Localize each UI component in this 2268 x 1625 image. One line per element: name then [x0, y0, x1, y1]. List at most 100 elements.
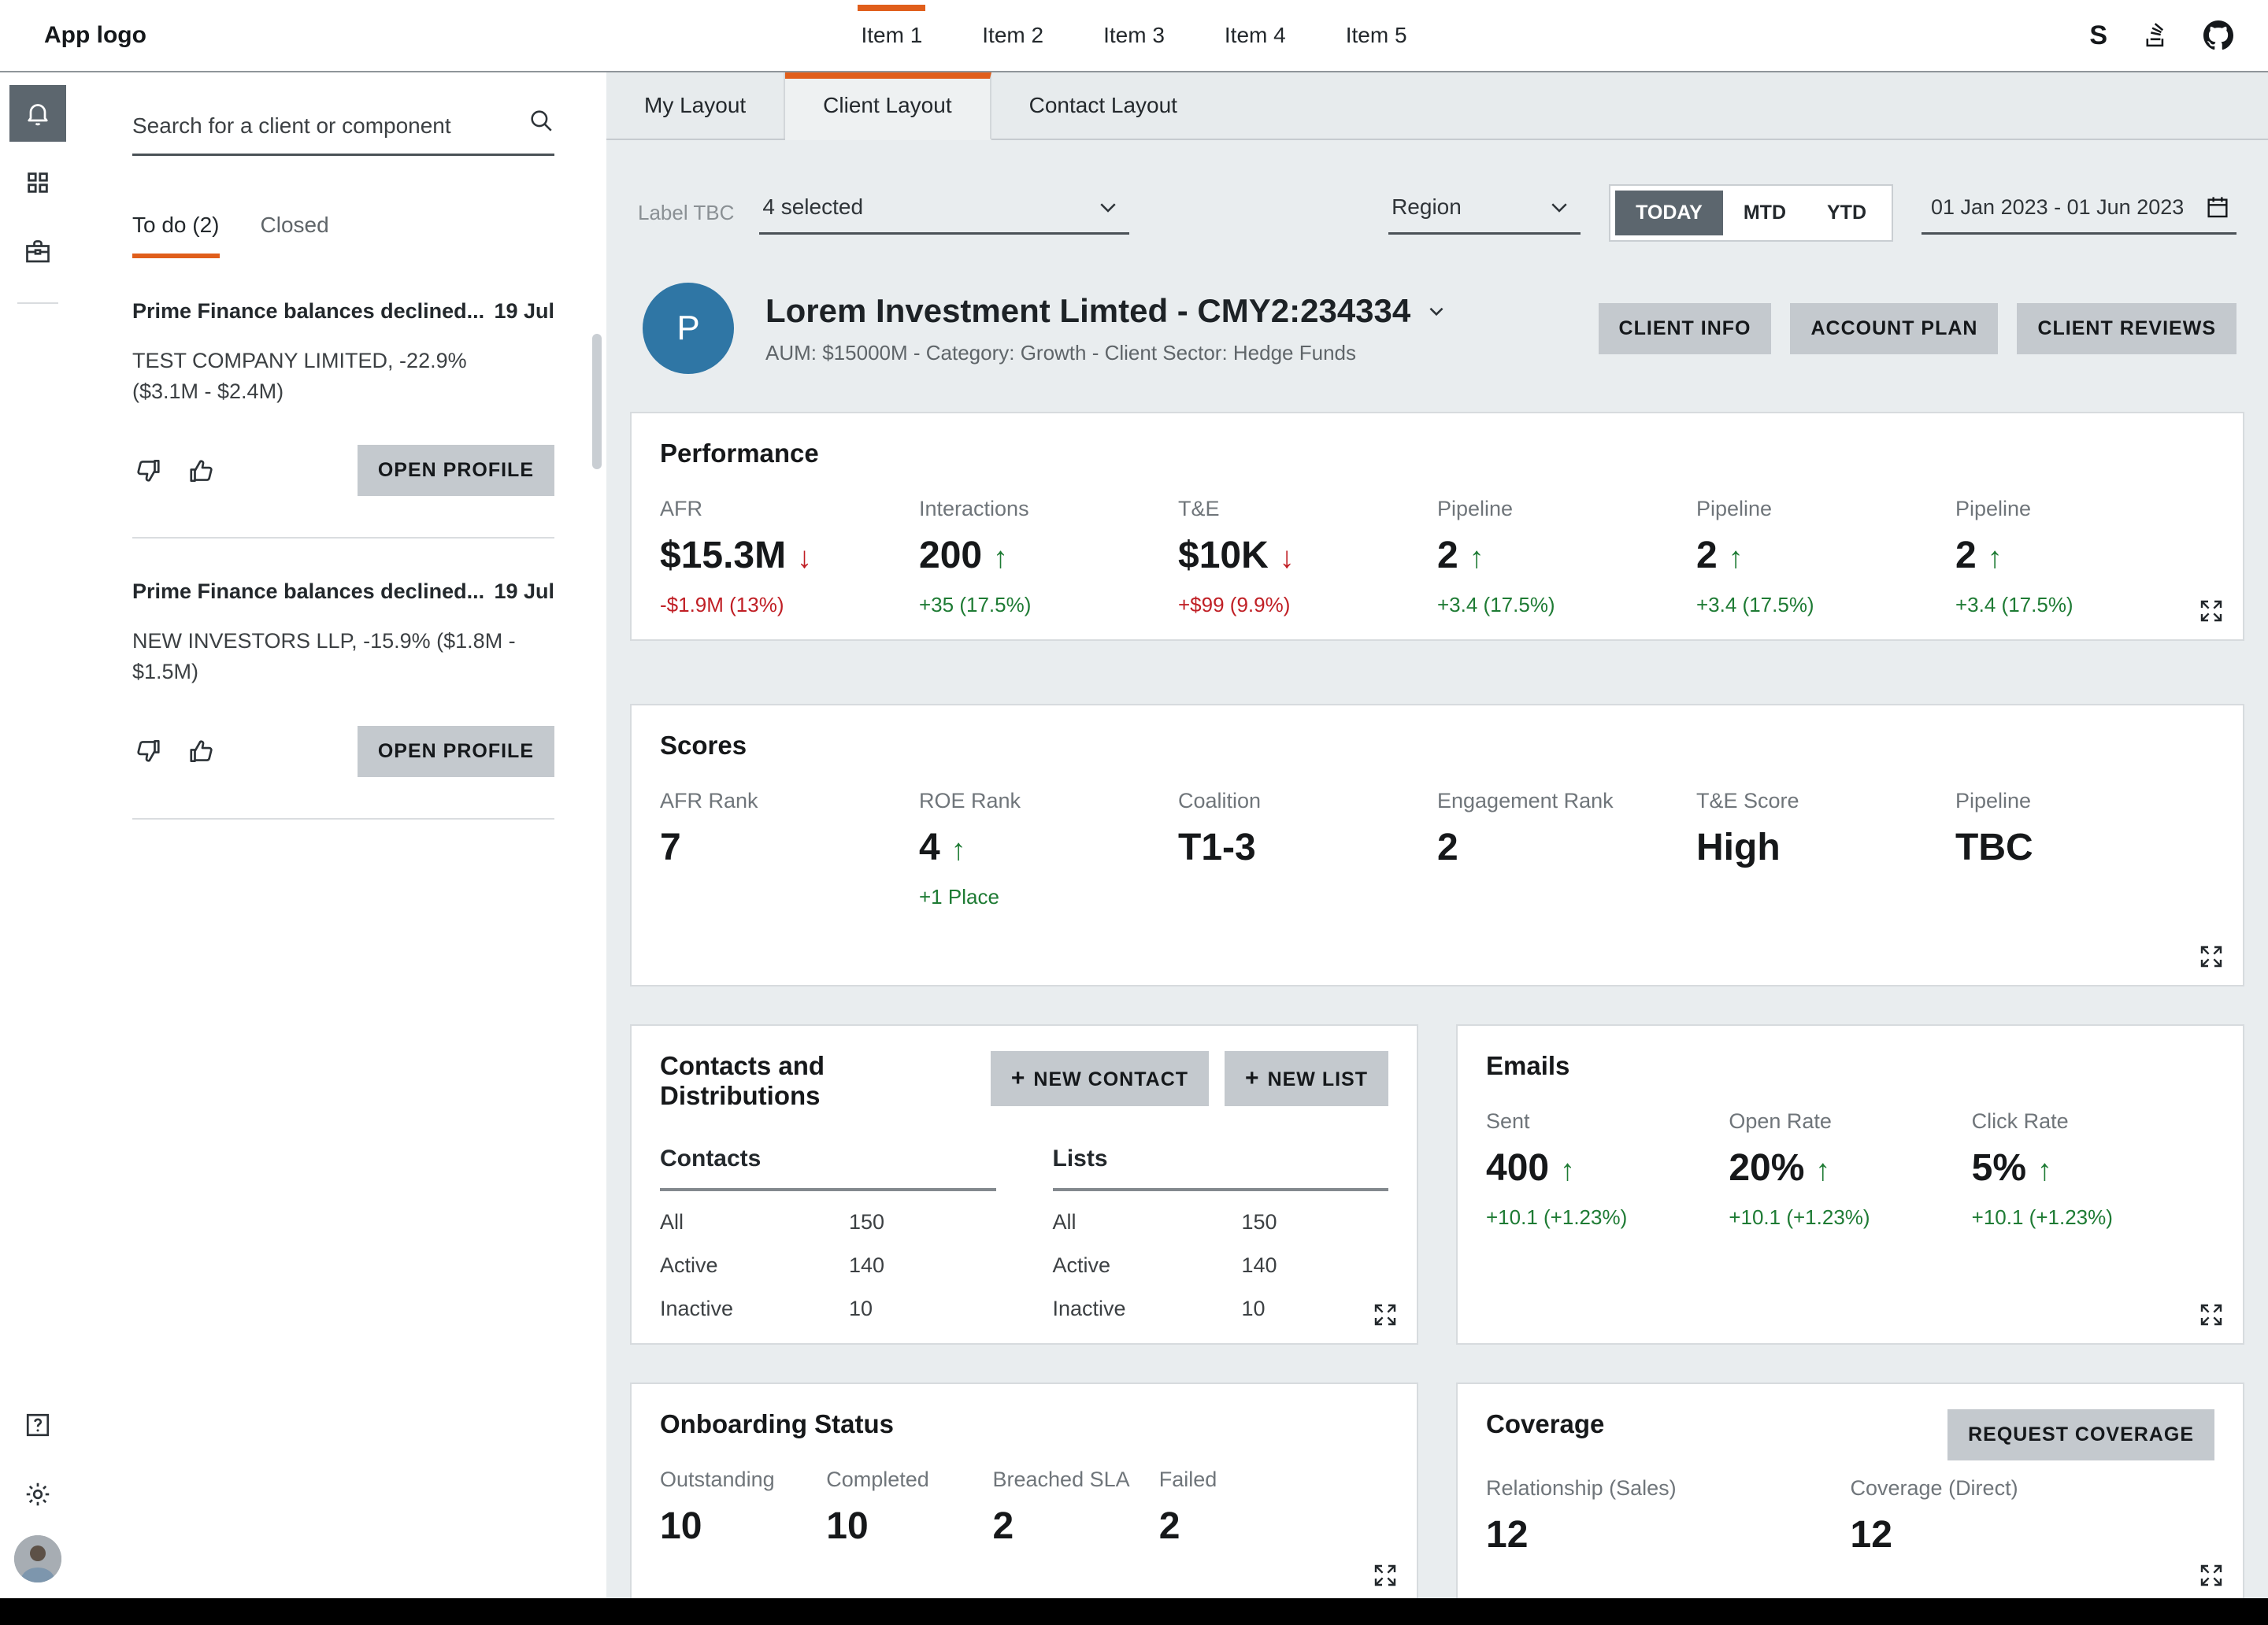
- nav-item-1[interactable]: Item 1: [839, 0, 944, 71]
- chevron-down-icon: [1096, 195, 1120, 219]
- plus-icon: +: [1245, 1065, 1260, 1091]
- scores-card: Scores AFR Rank7 ROE Rank4+1 Place Coali…: [630, 704, 2244, 986]
- bottom-bar: [0, 1598, 2268, 1625]
- nav-item-4[interactable]: Item 4: [1203, 0, 1308, 71]
- new-list-button[interactable]: +NEW LIST: [1225, 1051, 1388, 1106]
- apps-grid-icon[interactable]: [9, 154, 66, 211]
- tab-contact-layout[interactable]: Contact Layout: [991, 72, 1215, 139]
- lists-column: Lists All150 Active140 Inactive10: [1053, 1146, 1389, 1321]
- top-header: App logo Item 1 Item 2 Item 3 Item 4 Ite…: [0, 0, 2268, 72]
- client-header: P Lorem Investment Limted - CMY2:234334 …: [643, 283, 2236, 374]
- thumbs-up-icon[interactable]: [187, 736, 217, 766]
- notification-card: Prime Finance balances declined... 19 Ju…: [132, 539, 554, 819]
- card-title: Contacts and Distributions: [660, 1051, 991, 1111]
- chevron-down-icon: [1547, 195, 1571, 219]
- thumbs-down-icon[interactable]: [132, 736, 162, 766]
- card-title: Coverage: [1486, 1409, 1604, 1439]
- tab-closed[interactable]: Closed: [261, 213, 329, 258]
- multiselect-dropdown[interactable]: 4 selected: [759, 191, 1129, 235]
- multiselect-value: 4 selected: [762, 194, 863, 220]
- trend-up-icon: [1729, 534, 1744, 577]
- s-brand-icon[interactable]: S: [2089, 20, 2107, 51]
- date-range-value: 01 Jan 2023 - 01 Jun 2023: [1931, 195, 2184, 220]
- tab-client-layout[interactable]: Client Layout: [785, 72, 991, 140]
- thumbs-down-icon[interactable]: [132, 456, 162, 486]
- notification-date: 19 Jul: [494, 579, 554, 604]
- briefcase-icon[interactable]: [9, 224, 66, 280]
- expand-icon[interactable]: [1373, 1563, 1398, 1588]
- expand-icon[interactable]: [2199, 598, 2224, 624]
- user-avatar[interactable]: [14, 1535, 61, 1582]
- region-value: Region: [1392, 194, 1462, 220]
- panel-scrollbar[interactable]: [592, 334, 602, 469]
- open-profile-button[interactable]: OPEN PROFILE: [358, 726, 554, 777]
- region-dropdown[interactable]: Region: [1388, 191, 1581, 235]
- notification-date: 19 Jul: [494, 299, 554, 324]
- client-meta: AUM: $15000M - Category: Growth - Client…: [765, 341, 1447, 365]
- header-icon-group: S: [2089, 20, 2233, 51]
- calendar-icon[interactable]: [2205, 194, 2230, 220]
- expand-icon[interactable]: [2199, 1302, 2224, 1327]
- stackoverflow-icon[interactable]: [2142, 22, 2169, 49]
- thumbs-up-icon[interactable]: [187, 456, 217, 486]
- trend-up-icon: [1988, 534, 2003, 577]
- trend-up-icon: [951, 826, 966, 869]
- client-info-button[interactable]: CLIENT INFO: [1599, 303, 1772, 354]
- new-contact-button[interactable]: +NEW CONTACT: [991, 1051, 1209, 1106]
- client-reviews-button[interactable]: CLIENT REVIEWS: [2017, 303, 2236, 354]
- settings-gear-icon[interactable]: [9, 1466, 66, 1523]
- client-search: [132, 104, 554, 156]
- github-icon[interactable]: [2203, 20, 2233, 50]
- trend-up-icon: [993, 534, 1008, 577]
- open-profile-button[interactable]: OPEN PROFILE: [358, 445, 554, 496]
- expand-icon[interactable]: [1373, 1302, 1398, 1327]
- chevron-down-icon: [1426, 301, 1447, 321]
- card-title: Performance: [660, 439, 2214, 468]
- contacts-distributions-card: Contacts and Distributions +NEW CONTACT …: [630, 1024, 1418, 1345]
- client-name[interactable]: Lorem Investment Limted - CMY2:234334: [765, 292, 1447, 330]
- account-plan-button[interactable]: ACCOUNT PLAN: [1790, 303, 1998, 354]
- notification-card: Prime Finance balances declined... 19 Ju…: [132, 258, 554, 539]
- nav-item-5[interactable]: Item 5: [1324, 0, 1429, 71]
- help-icon[interactable]: [9, 1397, 66, 1453]
- period-ytd[interactable]: YTD: [1807, 191, 1887, 235]
- onboarding-status-card: Onboarding Status Outstanding10 Complete…: [630, 1383, 1418, 1598]
- trend-down-icon: [797, 534, 812, 577]
- nav-item-2[interactable]: Item 2: [960, 0, 1065, 71]
- search-input[interactable]: [132, 113, 513, 139]
- contacts-column: Contacts All150 Active140 Inactive10: [660, 1146, 996, 1321]
- main-area: My Layout Client Layout Contact Layout L…: [606, 72, 2268, 1598]
- notification-divider: [132, 818, 554, 820]
- notification-title: Prime Finance balances declined...: [132, 579, 484, 604]
- nav-item-3[interactable]: Item 3: [1081, 0, 1187, 71]
- filter-label: Label TBC: [638, 201, 734, 225]
- dashboard-content: Label TBC 4 selected Region: [606, 140, 2268, 1598]
- period-mtd[interactable]: MTD: [1723, 191, 1807, 235]
- notification-body: TEST COMPANY LIMITED, -22.9% ($3.1M - $2…: [132, 346, 526, 407]
- layout-tabs: My Layout Client Layout Contact Layout: [606, 72, 2268, 140]
- filter-bar: Label TBC 4 selected Region: [638, 184, 2236, 242]
- emails-card: Emails Sent400+10.1 (+1.23%) Open Rate20…: [1456, 1024, 2244, 1345]
- top-nav: Item 1 Item 2 Item 3 Item 4 Item 5: [839, 0, 1429, 71]
- request-coverage-button[interactable]: REQUEST COVERAGE: [1947, 1409, 2214, 1460]
- period-today[interactable]: TODAY: [1615, 191, 1723, 235]
- expand-icon[interactable]: [2199, 944, 2224, 969]
- app-logo: App logo: [44, 22, 146, 49]
- tab-my-layout[interactable]: My Layout: [606, 72, 785, 139]
- tab-todo[interactable]: To do (2): [132, 213, 220, 258]
- client-avatar: P: [643, 283, 734, 374]
- notifications-bell-icon[interactable]: [9, 85, 66, 142]
- card-title: Emails: [1486, 1051, 2214, 1081]
- date-range-field[interactable]: 01 Jan 2023 - 01 Jun 2023: [1922, 191, 2236, 235]
- notification-body: NEW INVESTORS LLP, -15.9% ($1.8M - $1.5M…: [132, 626, 526, 687]
- card-title: Onboarding Status: [660, 1409, 1388, 1439]
- card-title: Scores: [660, 731, 2214, 761]
- app-window: App logo Item 1 Item 2 Item 3 Item 4 Ite…: [0, 0, 2268, 1625]
- performance-card: Performance AFR$15.3M-$1.9M (13%) Intera…: [630, 412, 2244, 641]
- search-icon[interactable]: [528, 107, 554, 140]
- trend-up-icon: [1560, 1146, 1575, 1190]
- coverage-card: Coverage REQUEST COVERAGE Relationship (…: [1456, 1383, 2244, 1598]
- notification-title: Prime Finance balances declined...: [132, 299, 484, 324]
- expand-icon[interactable]: [2199, 1563, 2224, 1588]
- period-toggle: TODAY MTD YTD: [1609, 184, 1893, 242]
